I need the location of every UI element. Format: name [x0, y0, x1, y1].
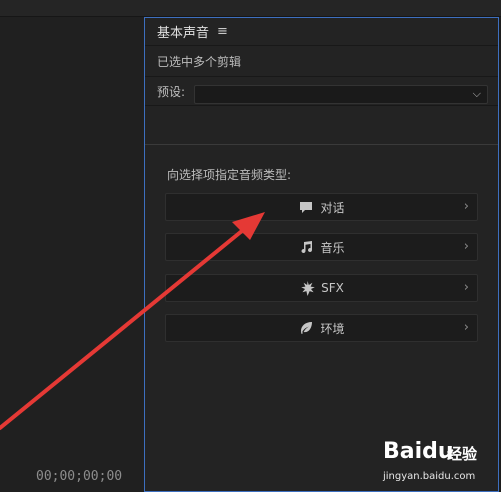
- chevron-right-icon: ›: [463, 199, 469, 214]
- audio-type-prompt: 向选择项指定音频类型:: [167, 168, 292, 182]
- selection-status: 已选中多个剪辑: [145, 46, 498, 77]
- leaf-icon: [298, 320, 314, 336]
- music-note-icon: [298, 239, 314, 255]
- dialogue-button[interactable]: 对话 ›: [165, 193, 478, 221]
- panel-header: 基本声音 ≡: [145, 18, 498, 46]
- chevron-right-icon: ›: [463, 320, 469, 335]
- music-label: 音乐: [320, 240, 345, 255]
- music-button[interactable]: 音乐 ›: [165, 233, 478, 261]
- chevron-right-icon: ›: [463, 280, 469, 295]
- watermark-logo: Baidu: [383, 439, 454, 464]
- panel-title: 基本声音: [157, 26, 210, 41]
- selection-status-text: 已选中多个剪辑: [157, 54, 242, 69]
- dialogue-label: 对话: [320, 200, 345, 215]
- preset-label: 预设:: [157, 84, 186, 99]
- sfx-button[interactable]: SFX ›: [165, 274, 478, 302]
- chevron-right-icon: ›: [463, 239, 469, 254]
- essential-sound-panel: 基本声音 ≡ 已选中多个剪辑 预设: ⌵ 向选择项指定音频类型: 对话 › 音乐…: [144, 17, 499, 492]
- divider: [145, 144, 498, 145]
- watermark-brand: Bai: [383, 439, 423, 464]
- chevron-down-icon: ⌵: [472, 87, 481, 100]
- burst-icon: [299, 280, 315, 296]
- top-bar: [0, 0, 501, 17]
- ambience-label: 环境: [320, 321, 345, 336]
- ambience-button[interactable]: 环境 ›: [165, 314, 478, 342]
- speech-bubble-icon: [298, 199, 314, 215]
- watermark-cn: 经验: [447, 445, 478, 463]
- watermark: Baidu 经验 jingyan.baidu.com: [383, 437, 493, 487]
- watermark-url: jingyan.baidu.com: [383, 471, 476, 482]
- preset-dropdown[interactable]: ⌵: [194, 85, 488, 104]
- timeline-panel: 00;00;00;00: [0, 17, 144, 492]
- hamburger-icon[interactable]: ≡: [217, 24, 228, 39]
- sfx-label: SFX: [321, 281, 344, 295]
- timecode-display: 00;00;00;00: [36, 469, 123, 484]
